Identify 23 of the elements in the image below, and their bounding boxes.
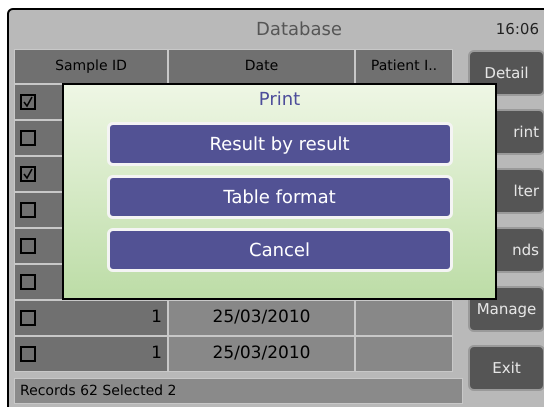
checkbox[interactable] xyxy=(20,346,36,362)
checkbox[interactable] xyxy=(20,130,36,146)
dialog-title: Print xyxy=(258,88,300,112)
table-cell-text: 1 xyxy=(151,342,162,366)
checkbox[interactable] xyxy=(20,310,36,326)
window-title: Database xyxy=(255,18,343,42)
table-cell: 25/03/2010 xyxy=(168,300,355,336)
column-header[interactable]: Sample ID xyxy=(14,49,168,84)
dialog-button[interactable]: Result by result xyxy=(106,122,452,166)
checkbox[interactable] xyxy=(20,274,36,290)
checkbox[interactable] xyxy=(20,166,36,182)
table-cell-text: 1 xyxy=(151,306,162,330)
table-cell: 25/03/2010 xyxy=(168,336,355,372)
clock: 16:06 xyxy=(496,19,539,40)
status-bar: Records 62 Selected 2 xyxy=(14,378,463,404)
checkbox[interactable] xyxy=(20,202,36,218)
checkbox[interactable] xyxy=(20,238,36,254)
checkbox[interactable] xyxy=(20,94,36,110)
side-button[interactable]: Exit xyxy=(468,345,544,391)
column-header[interactable]: Patient I.. xyxy=(355,49,453,84)
column-header[interactable]: Date xyxy=(168,49,355,84)
dialog-button[interactable]: Cancel xyxy=(106,228,452,272)
dialog-button[interactable]: Table format xyxy=(106,175,452,219)
